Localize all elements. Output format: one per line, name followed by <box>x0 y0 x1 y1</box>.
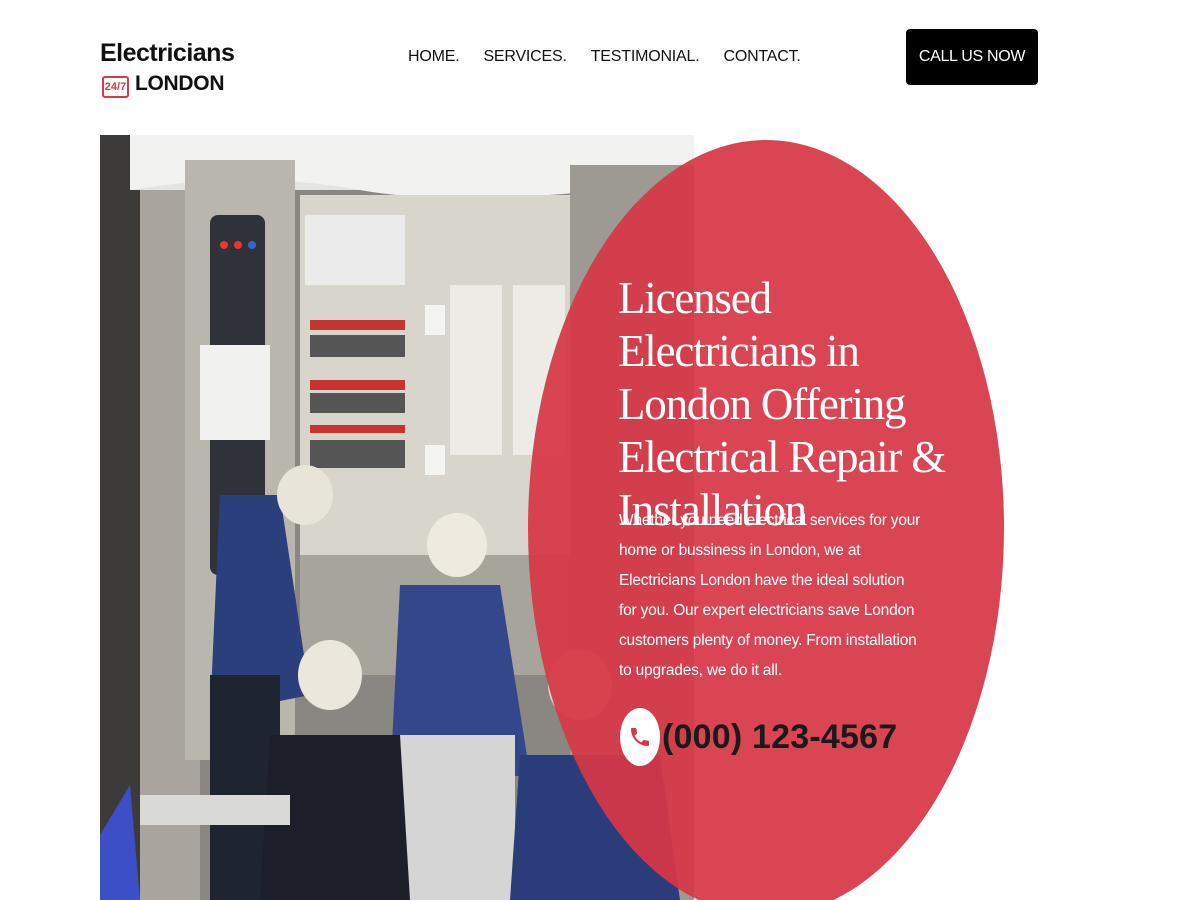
logo-wordmark: Electricians <box>100 39 235 67</box>
call-us-now-button[interactable]: CALL US NOW <box>906 29 1038 85</box>
hero-phone[interactable]: (000) 123-4567 <box>620 708 897 766</box>
hero-headline: Licensed Electricians in London Offering… <box>618 273 946 535</box>
logo-badge-247: 24/7 <box>102 76 129 98</box>
nav-services[interactable]: SERVICES. <box>483 46 566 68</box>
nav-testimonial[interactable]: TESTIMONIAL. <box>591 46 700 68</box>
phone-number[interactable]: (000) 123-4567 <box>662 712 897 762</box>
phone-icon-glyph <box>631 728 649 746</box>
main-nav: HOME. SERVICES. TESTIMONIAL. CONTACT. <box>408 46 801 68</box>
page: Electricians 24/7 LONDON HOME. SERVICES.… <box>0 0 1200 900</box>
phone-icon[interactable] <box>620 708 660 766</box>
nav-home[interactable]: HOME. <box>408 46 460 68</box>
nav-contact[interactable]: CONTACT. <box>723 46 800 68</box>
site-logo[interactable]: Electricians 24/7 LONDON <box>100 38 235 100</box>
logo-location: LONDON <box>135 72 225 95</box>
hero-intro: Whether you need electrical services for… <box>619 512 921 679</box>
